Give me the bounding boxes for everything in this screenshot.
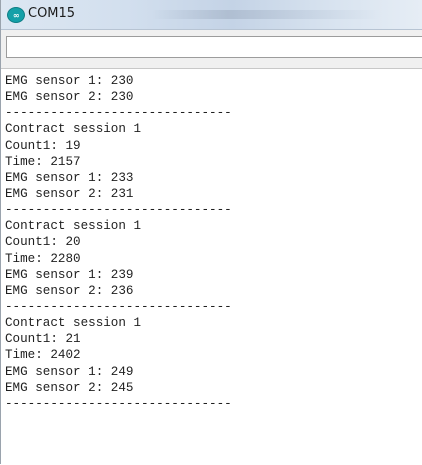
serial-output-line: ------------------------------ — [5, 203, 232, 218]
window-title: COM15 — [28, 6, 76, 21]
serial-output-line: EMG sensor 1: 233 — [5, 170, 134, 185]
serial-output-line: ------------------------------ — [5, 106, 232, 121]
serial-output-line: EMG sensor 2: 245 — [5, 380, 134, 395]
serial-output-line: Contract session 1 — [5, 316, 142, 331]
serial-output-line: Contract session 1 — [5, 219, 142, 234]
serial-output-lines: EMG sensor 1: 230 EMG sensor 2: 230 ------… — [1, 69, 422, 412]
serial-output-line: EMG sensor 1: 230 — [5, 74, 134, 88]
serial-send-input[interactable] — [6, 36, 422, 58]
send-row — [1, 30, 422, 68]
serial-output-area[interactable]: EMG sensor 1: 230 EMG sensor 2: 230 ------… — [1, 68, 422, 465]
serial-output-line: EMG sensor 2: 230 — [5, 90, 134, 105]
title-bar[interactable]: ∞ COM15 — [1, 0, 422, 30]
serial-monitor-window: ∞ COM15 EMG sensor 1: 230 EMG sensor 2: 2… — [0, 0, 422, 465]
serial-output-line: EMG sensor 1: 249 — [5, 364, 134, 379]
serial-output-line: ------------------------------ — [5, 396, 232, 411]
serial-output-line: ------------------------------ — [5, 299, 232, 314]
serial-output-line: EMG sensor 2: 236 — [5, 283, 134, 298]
serial-output-line: Count1: 19 — [5, 138, 81, 153]
serial-output-line: Contract session 1 — [5, 122, 142, 137]
serial-output-line: Time: 2157 — [5, 154, 81, 169]
serial-output-line: Count1: 21 — [5, 332, 81, 347]
serial-output-line: Count1: 20 — [5, 235, 81, 250]
serial-output-line: Time: 2280 — [5, 251, 81, 266]
arduino-logo-icon: ∞ — [7, 7, 25, 23]
title-bar-blurred-area — [151, 10, 381, 19]
serial-output-line: EMG sensor 2: 231 — [5, 186, 134, 201]
serial-output-line: EMG sensor 1: 239 — [5, 267, 134, 282]
serial-output-line: Time: 2402 — [5, 348, 81, 363]
